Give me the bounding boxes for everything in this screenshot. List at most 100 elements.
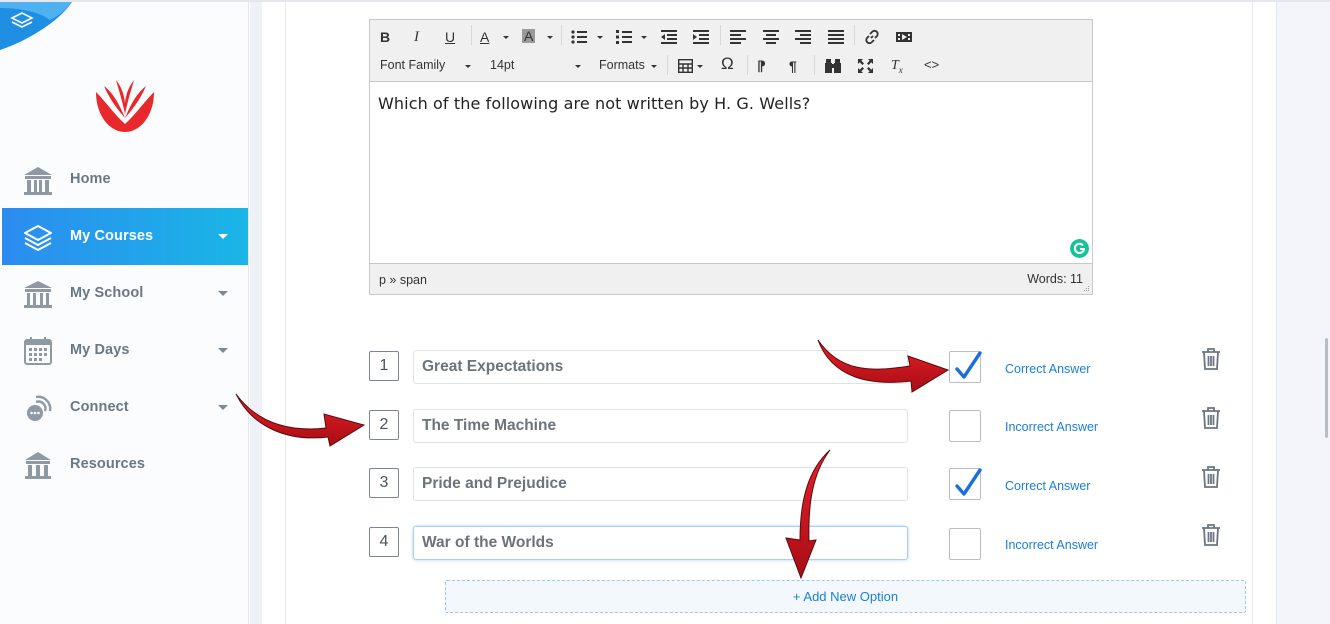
- chevron-down-icon[interactable]: [697, 65, 703, 68]
- sidebar-item-my-courses[interactable]: My Courses: [2, 208, 248, 265]
- correct-answer-checkbox[interactable]: [949, 410, 981, 442]
- rich-text-editor: B I U A A Font Family 14pt Formats Ω ⁋ ¶…: [369, 19, 1093, 295]
- chevron-down-icon: [218, 234, 228, 239]
- trash-icon[interactable]: [1200, 523, 1222, 547]
- chevron-down-icon[interactable]: [547, 36, 553, 39]
- toolbar-divider: [747, 55, 748, 75]
- font-family-select[interactable]: Font Family: [380, 58, 445, 72]
- content-gutter: [250, 2, 262, 624]
- option-number: 2: [369, 410, 399, 440]
- sidebar-item-label: My School: [70, 285, 144, 301]
- corner-cap-icon[interactable]: [0, 2, 72, 50]
- table-icon[interactable]: [678, 59, 693, 73]
- resize-handle-icon[interactable]: [1083, 285, 1090, 292]
- option-number: 4: [369, 527, 399, 557]
- special-char-icon[interactable]: Ω: [721, 55, 734, 72]
- toolbar-divider: [667, 55, 668, 75]
- chevron-down-icon[interactable]: [641, 36, 647, 39]
- fullscreen-icon[interactable]: [858, 59, 873, 73]
- chevron-down-icon[interactable]: [503, 36, 509, 39]
- correct-answer-checkbox[interactable]: [949, 351, 982, 383]
- chevron-down-icon: [218, 405, 228, 410]
- editor-content[interactable]: Which of the following are not written b…: [378, 94, 1078, 113]
- option-text-input[interactable]: Great Expectations: [413, 350, 908, 384]
- sidebar: Home My Courses My School My Days Connec…: [0, 2, 249, 624]
- sidebar-item-label: Connect: [70, 399, 129, 415]
- chevron-down-icon[interactable]: [597, 36, 603, 39]
- indent-icon[interactable]: [693, 30, 709, 44]
- editor-statusbar: p » span Words: 11: [370, 263, 1092, 294]
- answer-status-label: Incorrect Answer: [1005, 538, 1099, 552]
- source-code-icon[interactable]: <>: [924, 57, 939, 73]
- trash-icon[interactable]: [1200, 406, 1222, 430]
- courses-icon: [24, 225, 52, 251]
- trash-icon[interactable]: [1200, 465, 1222, 489]
- clear-format-icon[interactable]: Tx: [891, 58, 903, 78]
- rtl-icon[interactable]: ¶: [789, 58, 797, 74]
- calendar-icon: [24, 337, 52, 365]
- align-center-icon[interactable]: [763, 30, 779, 44]
- sidebar-item-connect[interactable]: Connect: [2, 379, 248, 436]
- trash-icon[interactable]: [1200, 347, 1222, 371]
- bg-color-button[interactable]: A: [522, 29, 536, 43]
- sidebar-item-label: Resources: [70, 456, 146, 472]
- chevron-down-icon[interactable]: [465, 65, 471, 68]
- sidebar-item-my-days[interactable]: My Days: [2, 322, 248, 379]
- formats-select[interactable]: Formats: [599, 58, 645, 72]
- option-text-input[interactable]: War of the Worlds: [413, 526, 908, 560]
- school-logo: [96, 80, 154, 132]
- answer-status-label: Incorrect Answer: [1005, 420, 1099, 434]
- editor-toolbar: B I U A A Font Family 14pt Formats Ω ⁋ ¶…: [370, 20, 1092, 82]
- connect-icon: [27, 395, 52, 421]
- chevron-down-icon[interactable]: [575, 65, 581, 68]
- sidebar-item-label: My Courses: [70, 228, 154, 244]
- chevron-down-icon: [218, 348, 228, 353]
- check-icon: [955, 468, 982, 496]
- ltr-icon[interactable]: ⁋: [757, 58, 766, 74]
- resources-icon: [25, 452, 51, 479]
- grammarly-icon[interactable]: [1070, 239, 1089, 258]
- bullet-list-icon[interactable]: [571, 30, 587, 44]
- find-replace-icon[interactable]: [825, 59, 841, 73]
- answer-status-label: Correct Answer: [1005, 479, 1091, 493]
- italic-button[interactable]: I: [414, 29, 419, 45]
- sidebar-item-my-school[interactable]: My School: [2, 265, 248, 322]
- font-size-select[interactable]: 14pt: [490, 58, 514, 72]
- option-text-input[interactable]: The Time Machine: [413, 409, 908, 443]
- main-nav: Home My Courses My School My Days Connec…: [2, 151, 248, 493]
- right-panel: [1276, 2, 1330, 624]
- text-color-button[interactable]: A: [480, 29, 489, 45]
- underline-button[interactable]: U: [445, 29, 455, 45]
- option-number: 1: [369, 351, 399, 381]
- chevron-down-icon[interactable]: [651, 65, 657, 68]
- toolbar-divider: [561, 25, 562, 45]
- app-root: Home My Courses My School My Days Connec…: [0, 0, 1330, 624]
- scrollbar-thumb[interactable]: [1325, 338, 1328, 438]
- toolbar-divider: [854, 25, 855, 45]
- word-count: Words: 11: [1027, 272, 1083, 286]
- link-icon[interactable]: [864, 29, 880, 45]
- sidebar-item-label: Home: [70, 171, 111, 187]
- media-icon[interactable]: [896, 30, 912, 44]
- toolbar-divider: [471, 25, 472, 45]
- align-left-icon[interactable]: [730, 30, 746, 44]
- correct-answer-checkbox[interactable]: [949, 468, 982, 500]
- align-justify-icon[interactable]: [828, 30, 844, 44]
- correct-answer-checkbox[interactable]: [949, 528, 981, 560]
- sidebar-item-label: My Days: [70, 342, 130, 358]
- bold-button[interactable]: B: [380, 29, 390, 45]
- check-icon: [955, 351, 982, 379]
- sidebar-item-resources[interactable]: Resources: [2, 436, 248, 493]
- element-path[interactable]: p » span: [379, 273, 427, 287]
- answer-status-label: Correct Answer: [1005, 362, 1091, 376]
- sidebar-item-home[interactable]: Home: [2, 151, 248, 208]
- school-icon: [24, 281, 52, 308]
- option-text-input[interactable]: Pride and Prejudice: [413, 467, 908, 501]
- align-right-icon[interactable]: [795, 30, 811, 44]
- toolbar-divider: [720, 25, 721, 45]
- outdent-icon[interactable]: [661, 30, 677, 44]
- add-new-option-button[interactable]: + Add New Option: [445, 580, 1246, 613]
- numbered-list-icon[interactable]: [616, 30, 632, 44]
- option-number: 3: [369, 468, 399, 498]
- home-icon: [24, 167, 52, 195]
